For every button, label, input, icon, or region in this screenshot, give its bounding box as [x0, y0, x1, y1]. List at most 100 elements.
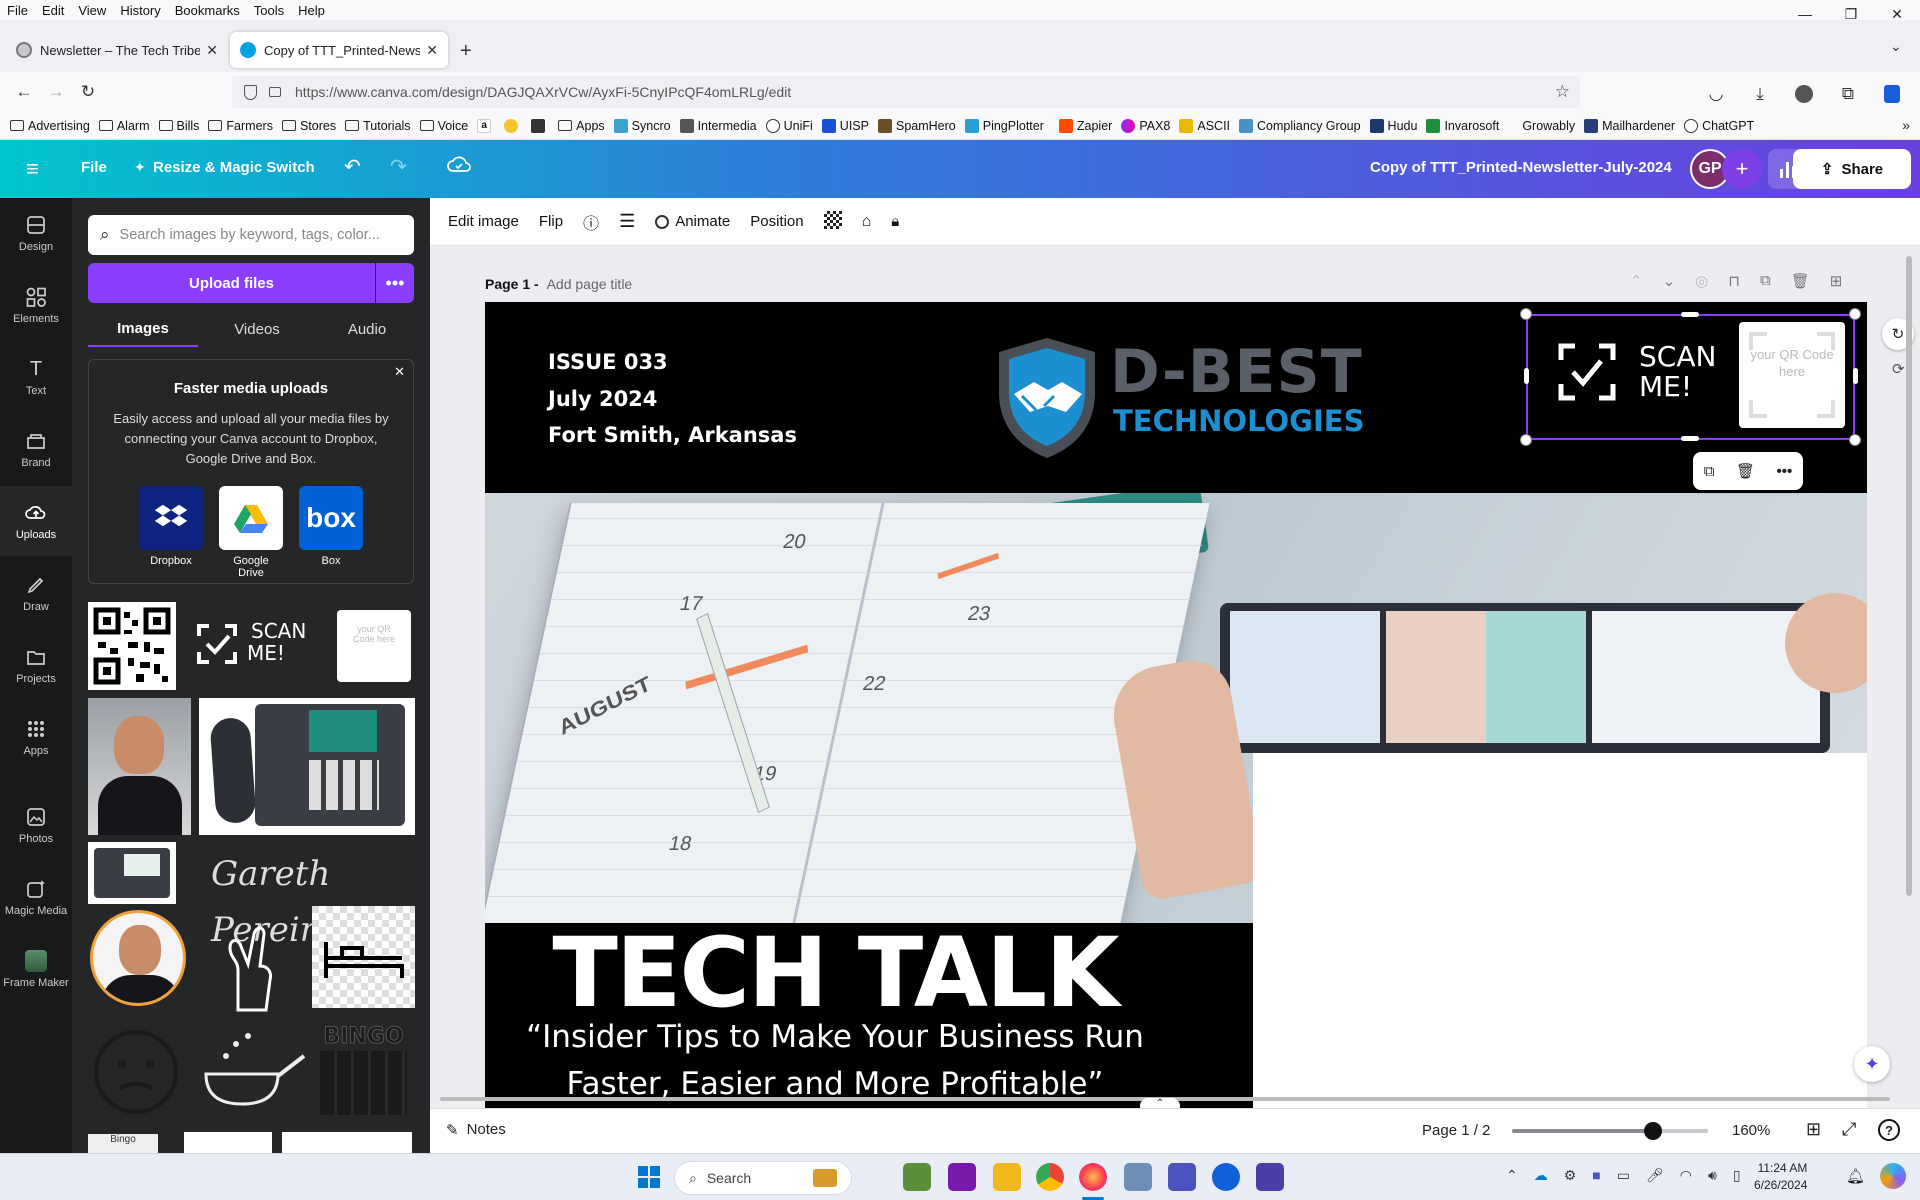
- headline[interactable]: TECH TALK: [485, 923, 1185, 1023]
- google-drive-button[interactable]: Google Drive: [219, 486, 283, 579]
- edit-image-button[interactable]: Edit image: [438, 213, 529, 230]
- bookmark-apps[interactable]: Apps: [558, 119, 605, 133]
- add-page-icon[interactable]: ⊞: [1830, 272, 1843, 290]
- bookmark-intermedia[interactable]: Intermedia: [679, 118, 757, 133]
- onedrive-icon[interactable]: ☁: [1534, 1167, 1548, 1184]
- menu-view[interactable]: View: [71, 3, 113, 18]
- chrome-icon[interactable]: [1036, 1163, 1064, 1191]
- flip-button[interactable]: Flip: [529, 213, 573, 230]
- rail-design[interactable]: Design: [0, 198, 72, 268]
- delete-page-icon[interactable]: 🗑︎: [1791, 272, 1810, 290]
- lock-element-icon[interactable]: 🔒︎: [881, 213, 909, 230]
- lock-page-icon[interactable]: ⊓: [1728, 272, 1740, 290]
- tab-canva[interactable]: Copy of TTT_Printed-Newsletter- ✕: [230, 32, 448, 68]
- bookmark-growably[interactable]: Growably: [1522, 119, 1575, 133]
- rail-brand[interactable]: Brand: [0, 414, 72, 484]
- more-options-icon[interactable]: •••: [1776, 463, 1792, 480]
- more-bookmarks-icon[interactable]: »: [1902, 117, 1910, 133]
- document-thumbnail[interactable]: [184, 1132, 272, 1153]
- volume-icon[interactable]: 🔊︎: [1708, 1167, 1717, 1184]
- resize-handle[interactable]: [1520, 308, 1532, 320]
- bookmark-coin-icon[interactable]: [504, 118, 522, 133]
- app-icon[interactable]: [1256, 1163, 1284, 1191]
- dropbox-button[interactable]: Dropbox: [139, 486, 203, 567]
- teams-tray-icon[interactable]: ■: [1592, 1167, 1600, 1184]
- extensions-icon[interactable]: ⧉: [1832, 78, 1864, 110]
- resize-handle[interactable]: [1853, 368, 1858, 384]
- rail-projects[interactable]: Projects: [0, 630, 72, 700]
- main-menu-icon[interactable]: ≡: [26, 156, 39, 182]
- fullscreen-icon[interactable]: ⤢: [1842, 1119, 1856, 1140]
- file-menu-button[interactable]: File: [81, 159, 107, 176]
- resize-handle[interactable]: [1520, 434, 1532, 446]
- bookmark-star-icon[interactable]: ☆: [1555, 82, 1570, 102]
- move-page-up-icon[interactable]: ⌃: [1630, 272, 1643, 290]
- resize-handle[interactable]: [1849, 308, 1861, 320]
- signature-thumbnail[interactable]: Gareth Pereira: [199, 846, 415, 950]
- undo-icon[interactable]: ↶: [344, 154, 361, 179]
- issue-number[interactable]: ISSUE 033: [548, 350, 668, 374]
- bookmark-stores[interactable]: Stores: [281, 119, 336, 133]
- tab-audio[interactable]: Audio: [312, 311, 422, 347]
- zoom-level[interactable]: 160%: [1732, 1122, 1770, 1139]
- bookmark-alarm[interactable]: Alarm: [98, 119, 150, 133]
- share-button[interactable]: ⇪ Share: [1793, 149, 1911, 189]
- tab-images[interactable]: Images: [88, 311, 198, 347]
- page-indicator[interactable]: Page 1 / 2: [1422, 1122, 1490, 1139]
- forward-icon[interactable]: →: [40, 76, 72, 108]
- menu-file[interactable]: File: [0, 3, 35, 18]
- start-icon[interactable]: [635, 1163, 663, 1191]
- excel-icon[interactable]: [903, 1163, 931, 1191]
- url-bar[interactable]: https://www.canva.com/design/DAGJQAXrVCw…: [232, 76, 1580, 108]
- scan-me-thumbnail[interactable]: SCAN ME! your QR Code here: [185, 602, 415, 690]
- menu-bookmarks[interactable]: Bookmarks: [168, 3, 247, 18]
- sketch-thumbnail[interactable]: [282, 1132, 412, 1153]
- close-tab-icon[interactable]: ✕: [206, 42, 218, 59]
- notes-button[interactable]: ✎ Notes: [446, 1121, 506, 1139]
- onenote-icon[interactable]: [948, 1163, 976, 1191]
- bookmark-pax8[interactable]: PAX8: [1121, 118, 1170, 133]
- battery-icon[interactable]: ▯: [1733, 1167, 1741, 1184]
- rail-frame-maker[interactable]: Frame Maker: [0, 934, 72, 1004]
- page-title-input[interactable]: Add page title: [547, 276, 633, 292]
- rail-text[interactable]: T Text: [0, 342, 72, 412]
- bookmark-farmers[interactable]: Farmers: [208, 119, 273, 133]
- transparency-icon[interactable]: [814, 210, 852, 233]
- rail-draw[interactable]: Draw: [0, 558, 72, 628]
- copilot-icon[interactable]: [1880, 1163, 1906, 1189]
- bookmark-ascii[interactable]: ASCII: [1179, 118, 1230, 133]
- upload-more-icon[interactable]: •••: [376, 263, 414, 303]
- bookmark-advertising[interactable]: Advertising: [10, 119, 90, 133]
- resize-handle[interactable]: [1524, 368, 1529, 384]
- bookmark-syncro[interactable]: Syncro: [613, 118, 671, 133]
- close-promo-icon[interactable]: ✕: [394, 364, 405, 380]
- bookmark-pingplotter[interactable]: PingPlotter: [964, 118, 1044, 133]
- empty-text-area[interactable]: [1253, 753, 1867, 1098]
- notifications-icon[interactable]: 🔔︎: [1846, 1167, 1865, 1185]
- help-icon[interactable]: ?: [1878, 1119, 1900, 1141]
- resize-handle[interactable]: [1681, 312, 1699, 317]
- expand-pages-icon[interactable]: ⌃: [1140, 1098, 1180, 1108]
- rail-magic-media[interactable]: Magic Media: [0, 862, 72, 932]
- round-headshot-thumbnail[interactable]: [90, 910, 186, 1006]
- close-tab-icon[interactable]: ✕: [426, 42, 438, 59]
- cloud-saved-icon[interactable]: [447, 154, 471, 176]
- bookmark-invarosoft[interactable]: Invarosoft: [1426, 118, 1499, 133]
- issue-date[interactable]: July 2024: [548, 387, 657, 411]
- clock[interactable]: 11:24 AM 6/26/2024: [1754, 1160, 1807, 1194]
- bookmark-chatgpt[interactable]: ChatGPT: [1684, 118, 1754, 133]
- bingo-small-thumbnail[interactable]: Bingo: [88, 1134, 158, 1153]
- animate-button[interactable]: Animate: [645, 213, 740, 230]
- box-button[interactable]: box Box: [299, 486, 363, 567]
- bookmark-bills[interactable]: Bills: [158, 119, 199, 133]
- grid-view-icon[interactable]: ⊞: [1806, 1119, 1821, 1140]
- teamviewer-icon[interactable]: [1212, 1163, 1240, 1191]
- document-title[interactable]: Copy of TTT_Printed-Newsletter-July-2024: [1370, 159, 1672, 176]
- account-icon[interactable]: [1788, 78, 1820, 110]
- zoom-slider-knob[interactable]: [1644, 1122, 1663, 1140]
- bed-icon-thumbnail[interactable]: [312, 906, 415, 1008]
- newsletter-page[interactable]: ISSUE 033 July 2024 Fort Smith, Arkansas…: [485, 302, 1867, 1108]
- restore-icon[interactable]: ❐: [1828, 0, 1874, 28]
- downloads-icon[interactable]: ⤓: [1744, 78, 1776, 110]
- info-icon[interactable]: ⓘ: [573, 210, 609, 234]
